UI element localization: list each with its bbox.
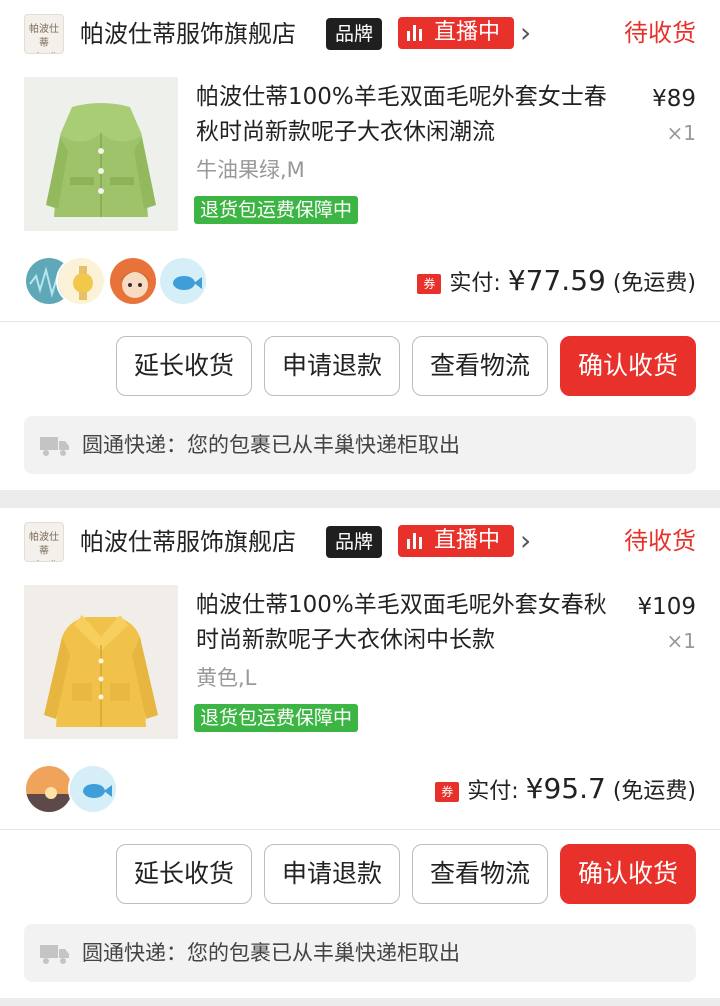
live-badge[interactable]: 直播中 bbox=[398, 525, 514, 557]
logistics-text: 圆通快递：您的包裹已从丰巢快递柜取出 bbox=[82, 941, 460, 965]
product-image[interactable] bbox=[24, 77, 178, 231]
extend-receipt-button[interactable]: 延长收货 bbox=[116, 844, 252, 904]
chevron-right-icon[interactable]: › bbox=[520, 18, 531, 48]
order-status: 待收货 bbox=[624, 19, 696, 47]
order-status: 待收货 bbox=[624, 527, 696, 555]
product-price: ¥109 bbox=[637, 594, 696, 620]
live-label: 直播中 bbox=[434, 20, 501, 45]
paid-summary: 券实付: ¥77.59 (免运费) bbox=[417, 263, 696, 299]
brand-badge: 品牌 bbox=[326, 526, 383, 558]
live-badge[interactable]: 直播中 bbox=[398, 17, 514, 49]
return-shipping-guarantee-badge: 退货包运费保障中 bbox=[194, 704, 359, 732]
request-refund-button[interactable]: 申请退款 bbox=[264, 844, 400, 904]
logistics-text: 圆通快递：您的包裹已从丰巢快递柜取出 bbox=[82, 433, 460, 457]
product-title[interactable]: 帕波仕蒂100%羊毛双面毛呢外套女士春秋时尚新款呢子大衣休闲潮流 bbox=[196, 80, 626, 150]
coupon-icon: 券 bbox=[417, 274, 442, 294]
paid-note: (免运费) bbox=[612, 779, 696, 804]
sunset-avatar bbox=[24, 764, 74, 814]
request-refund-button[interactable]: 申请退款 bbox=[264, 336, 400, 396]
product-price: ¥89 bbox=[652, 86, 696, 112]
return-shipping-guarantee-badge: 退货包运费保障中 bbox=[194, 196, 359, 224]
cartoon-girl-avatar bbox=[108, 256, 158, 306]
chevron-right-icon[interactable]: › bbox=[520, 526, 531, 556]
shop-logo[interactable]: 帕波仕蒂 pobosity bbox=[24, 14, 64, 54]
buyer-avatars bbox=[24, 256, 224, 306]
view-logistics-button[interactable]: 查看物流 bbox=[412, 844, 548, 904]
shop-logo[interactable]: 帕波仕蒂 pobosity bbox=[24, 522, 64, 562]
order-card: 帕波仕蒂 pobosity 帕波仕蒂服饰旗舰店 品牌 直播中 › 待收货 帕波仕… bbox=[0, 508, 720, 998]
product-quantity: ×1 bbox=[666, 121, 696, 145]
truck-icon bbox=[40, 945, 69, 964]
extend-receipt-button[interactable]: 延长收货 bbox=[116, 336, 252, 396]
shop-name[interactable]: 帕波仕蒂服饰旗舰店 bbox=[80, 17, 296, 51]
order-card: 帕波仕蒂 pobosity 帕波仕蒂服饰旗舰店 品牌 直播中 › 待收货 帕波仕… bbox=[0, 0, 720, 490]
truck-icon bbox=[40, 437, 69, 456]
view-logistics-button[interactable]: 查看物流 bbox=[412, 336, 548, 396]
divider bbox=[0, 321, 720, 322]
shop-header[interactable]: 帕波仕蒂 pobosity 帕波仕蒂服饰旗舰店 品牌 直播中 › 待收货 bbox=[0, 520, 720, 564]
logistics-status[interactable]: 圆通快递：您的包裹已从丰巢快递柜取出 bbox=[24, 924, 696, 982]
paid-summary: 券实付: ¥95.7 (免运费) bbox=[435, 771, 696, 807]
product-image[interactable] bbox=[24, 585, 178, 739]
product-title[interactable]: 帕波仕蒂100%羊毛双面毛呢外套女春秋时尚新款呢子大衣休闲中长款 bbox=[196, 588, 626, 658]
shop-header[interactable]: 帕波仕蒂 pobosity 帕波仕蒂服饰旗舰店 品牌 直播中 › 待收货 bbox=[0, 12, 720, 56]
product-sku: 黄色,L bbox=[196, 666, 257, 690]
watch-avatar bbox=[56, 256, 106, 306]
fish-avatar bbox=[68, 764, 118, 814]
live-label: 直播中 bbox=[434, 528, 501, 553]
confirm-receipt-button[interactable]: 确认收货 bbox=[560, 844, 696, 904]
paid-label: 实付: bbox=[467, 779, 519, 804]
brand-badge: 品牌 bbox=[326, 18, 383, 50]
coupon-icon: 券 bbox=[435, 782, 460, 802]
paid-note: (免运费) bbox=[612, 271, 696, 296]
paid-label: 实付: bbox=[449, 271, 501, 296]
paid-amount: ¥77.59 bbox=[507, 264, 606, 297]
paid-amount: ¥95.7 bbox=[525, 772, 606, 805]
product-sku: 牛油果绿,M bbox=[196, 158, 305, 182]
product-quantity: ×1 bbox=[666, 629, 696, 653]
fish-avatar bbox=[158, 256, 208, 306]
logistics-status[interactable]: 圆通快递：您的包裹已从丰巢快递柜取出 bbox=[24, 416, 696, 474]
live-bars-icon bbox=[407, 533, 423, 549]
divider bbox=[0, 829, 720, 830]
confirm-receipt-button[interactable]: 确认收货 bbox=[560, 336, 696, 396]
shop-name[interactable]: 帕波仕蒂服饰旗舰店 bbox=[80, 525, 296, 559]
buyer-avatars bbox=[24, 764, 224, 814]
live-bars-icon bbox=[407, 25, 423, 41]
